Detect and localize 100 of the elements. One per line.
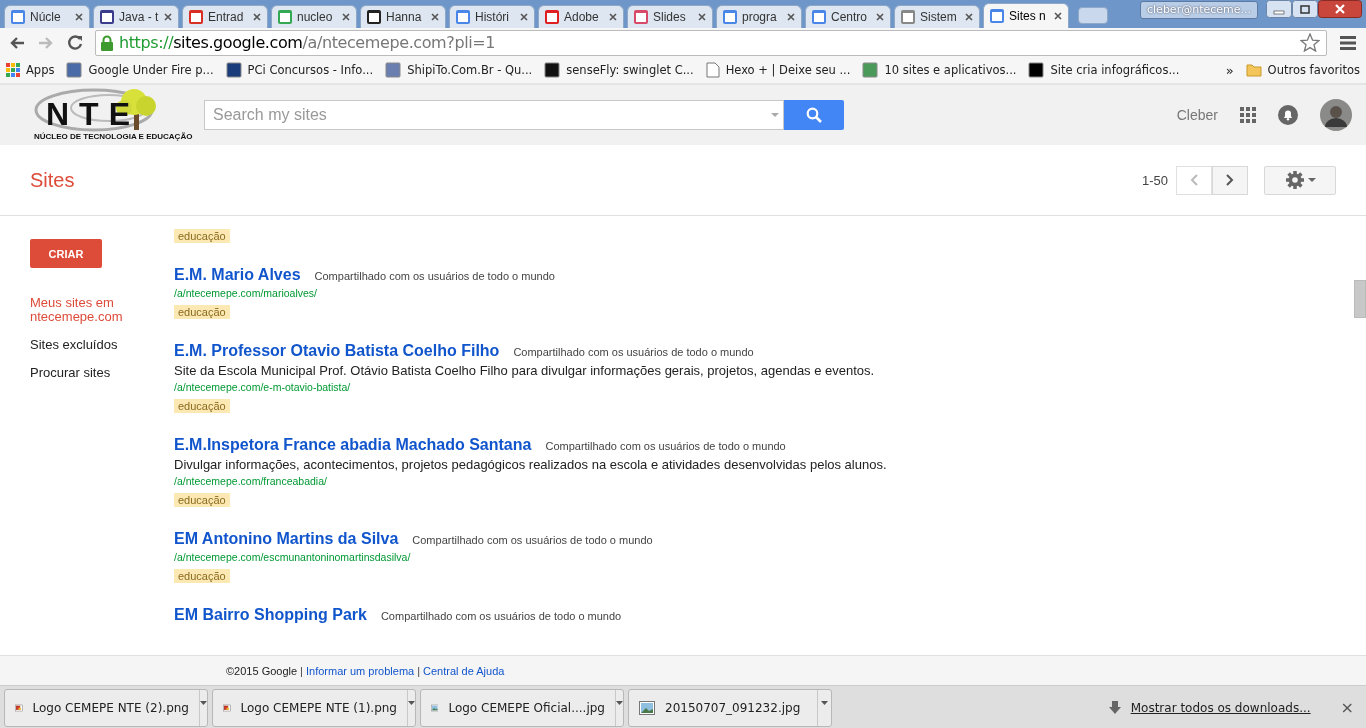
favicon-icon [811, 9, 827, 25]
download-arrow-icon [1108, 700, 1121, 715]
category-tag[interactable]: educação [174, 493, 230, 507]
separator: | [300, 664, 303, 677]
close-icon[interactable] [252, 12, 262, 22]
dropdown-caret-icon[interactable] [408, 700, 415, 705]
bookmark[interactable]: 10 sites e aplicativos... [862, 62, 1017, 78]
browser-tab[interactable]: Históri [449, 5, 535, 28]
show-all-downloads-link[interactable]: Mostrar todos os downloads... [1130, 700, 1311, 715]
minimize-icon[interactable] [1266, 0, 1292, 18]
next-page-button[interactable] [1212, 165, 1248, 195]
page-title: Sites [30, 168, 75, 192]
favicon-icon [385, 62, 402, 78]
site-url: /a/ntecemepe.com/e-m-otavio-batista/ [174, 381, 352, 393]
search-button[interactable] [784, 100, 844, 130]
notification-bell-icon[interactable] [1278, 105, 1298, 125]
site-title-link[interactable]: EM Antonino Martins da Silva [174, 530, 399, 548]
bookmark[interactable]: Google Under Fire p... [66, 62, 214, 78]
close-icon[interactable] [1318, 0, 1362, 18]
close-icon[interactable] [786, 12, 796, 22]
browser-tab[interactable]: Slides [627, 5, 713, 28]
bookmark[interactable]: Hexo + | Deixe seu ... [705, 62, 851, 78]
separator: | [417, 664, 421, 677]
lock-icon [100, 34, 114, 51]
bookmark[interactable]: PCi Concursos - Info... [225, 62, 374, 78]
close-icon[interactable] [163, 12, 173, 22]
site-title-link[interactable]: E.M. Mario Alves [174, 266, 301, 284]
close-icon[interactable] [1053, 11, 1063, 21]
category-tag[interactable]: educação [174, 229, 230, 243]
settings-button[interactable] [1264, 165, 1336, 195]
user-name[interactable]: Cleber [1176, 107, 1218, 123]
apps-grid-icon[interactable] [1240, 107, 1256, 123]
menu-icon[interactable] [1340, 35, 1356, 50]
search-field[interactable]: Search my sites [204, 100, 784, 130]
sidebar-item[interactable]: Meus sites em ntecemepe.com [30, 296, 150, 324]
close-icon[interactable] [875, 12, 885, 22]
bookmark[interactable]: Site cria infográficos... [1028, 62, 1180, 78]
dropdown-caret-icon[interactable] [821, 700, 828, 705]
category-tag[interactable]: educação [174, 399, 230, 413]
browser-tab[interactable]: nucleo [271, 5, 357, 28]
close-icon[interactable] [341, 12, 351, 22]
more-bookmarks-button[interactable]: » [1225, 62, 1234, 78]
close-button[interactable]: × [1340, 698, 1354, 717]
category-tag[interactable]: educação [174, 305, 230, 319]
logo[interactable]: NTE NÚCLEO DE TECNOLOGIA E EDUCAÇÃO [34, 86, 200, 144]
dropdown-caret-icon[interactable] [200, 700, 207, 705]
copyright-text: ©2015 Google [226, 664, 298, 677]
favicon-icon [99, 9, 115, 25]
browser-tab[interactable]: Centro [805, 5, 891, 28]
browser-tab[interactable]: Entrad [182, 5, 268, 28]
download-item[interactable]: Logo CEMEPE Oficial....jpg [420, 688, 624, 727]
dropdown-caret-icon[interactable] [616, 700, 623, 705]
back-icon[interactable] [8, 34, 26, 51]
close-icon[interactable] [697, 12, 707, 22]
close-icon[interactable] [519, 12, 529, 22]
chevron-right-icon [1226, 174, 1234, 186]
favicon-icon [10, 9, 26, 25]
footer-link[interactable]: Informar um problema [305, 664, 415, 677]
site-title-link[interactable]: E.M. Professor Otavio Batista Coelho Filho [174, 342, 500, 360]
bookmark[interactable]: Apps [6, 63, 55, 77]
close-icon[interactable] [964, 12, 974, 22]
reload-icon[interactable] [66, 33, 84, 52]
footer-link[interactable]: Central de Ajuda [423, 664, 505, 677]
favicon-icon [900, 9, 916, 25]
browser-tab[interactable]: Java - t [93, 5, 179, 28]
sidebar-item[interactable]: Sites excluídos [30, 338, 150, 352]
favicon-icon [66, 62, 83, 78]
site-description: Divulgar informações, acontecimentos, projetos pedagógicos realizados na escola e atividades desenvolvidas pelos alunos. [174, 457, 888, 472]
scrollbar-thumb[interactable] [1354, 280, 1366, 318]
browser-tab[interactable]: progra [716, 5, 802, 28]
favicon-icon [722, 9, 738, 25]
site-title-link[interactable]: E.M.Inspetora France abadia Machado Santana [174, 436, 532, 454]
browser-tab[interactable]: Sites n [983, 3, 1069, 28]
bookmark-folder[interactable]: Outros favoritos [1245, 63, 1360, 77]
close-icon[interactable] [430, 12, 440, 22]
page-range: 1-50 [1141, 172, 1168, 188]
bookmark[interactable]: senseFly: swinglet C... [544, 62, 694, 78]
browser-tab[interactable]: Núcle [4, 5, 90, 28]
browser-tab[interactable]: Adobe [538, 5, 624, 28]
download-item[interactable]: 20150707_091232.jpg [628, 688, 832, 727]
restore-icon[interactable] [1292, 0, 1318, 18]
star-icon[interactable] [1300, 33, 1320, 52]
address-bar[interactable]: https://sites.google.com/a/ntecemepe.com?pli=1 [95, 29, 1327, 56]
category-tag[interactable]: educação [174, 569, 230, 583]
favicon-icon [1028, 62, 1045, 78]
create-button[interactable]: CRIAR [30, 239, 102, 268]
browser-tab[interactable]: Sistem [894, 5, 980, 28]
sidebar-item[interactable]: Procurar sites [30, 366, 150, 380]
close-icon[interactable] [74, 12, 84, 22]
site-title-link[interactable]: EM Bairro Shopping Park [174, 606, 367, 624]
close-icon[interactable] [608, 12, 618, 22]
browser-tab[interactable]: Hanna [360, 5, 446, 28]
site-url: /a/ntecemepe.com/franceabadia/ [174, 475, 328, 487]
favicon-icon [989, 8, 1005, 24]
favicon-icon [862, 62, 879, 78]
download-item[interactable]: Logo CEMEPE NTE (1).png [212, 688, 416, 727]
bookmark[interactable]: ShipiTo.Com.Br - Qu... [385, 62, 533, 78]
download-item[interactable]: Logo CEMEPE NTE (2).png [4, 688, 208, 727]
avatar-icon[interactable] [1320, 99, 1352, 131]
page-icon [705, 62, 720, 78]
